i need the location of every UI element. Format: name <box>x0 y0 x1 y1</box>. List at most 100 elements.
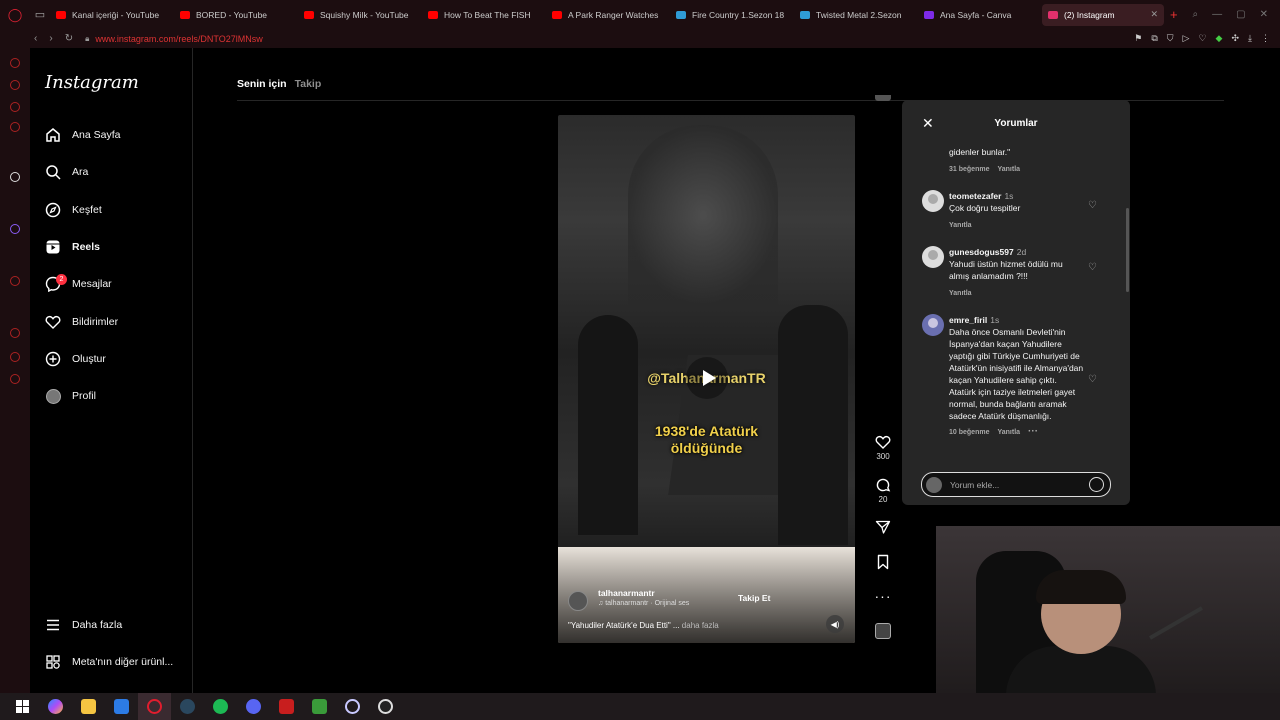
url-field[interactable]: www.instagram.com/reels/DNTO27lMNsw <box>95 34 262 44</box>
comment-icon[interactable] <box>875 477 891 493</box>
sidebar-app-icon[interactable] <box>10 172 20 182</box>
browser-tab[interactable]: Ana Sayfa - Canva <box>918 4 1040 26</box>
menu-icon[interactable]: ⋮ <box>1261 33 1270 44</box>
bookmark-icon[interactable] <box>875 554 891 570</box>
comment-username[interactable]: gunesdogus597 <box>949 247 1014 257</box>
close-window-icon[interactable]: ✕ <box>1260 9 1268 20</box>
app-icon[interactable] <box>336 693 369 720</box>
reply-button[interactable]: Yanıtla <box>997 166 1020 173</box>
bookmark-icon[interactable]: ⚑ <box>1134 33 1142 44</box>
comment-like-icon[interactable]: ♡ <box>1088 374 1097 385</box>
reply-button[interactable]: Yanıtla <box>949 222 972 229</box>
start-icon[interactable] <box>6 693 39 720</box>
video-app-icon[interactable] <box>270 693 303 720</box>
nav-explore[interactable]: Keşfet <box>44 198 102 222</box>
minimize-icon[interactable]: — <box>1212 9 1222 20</box>
steam-icon[interactable] <box>171 693 204 720</box>
nav-search[interactable]: Ara <box>44 160 88 184</box>
sidebar-app-icon[interactable] <box>10 276 20 286</box>
reel-video[interactable]: @TalhanarmanTR 1938'de Atatürk öldüğünde… <box>558 115 855 643</box>
comment-likes[interactable]: 31 beğenme <box>949 166 989 173</box>
player-icon[interactable]: ▷ <box>1183 33 1190 44</box>
reel-description[interactable]: "Yahudiler Atatürk'e Dua Etti" ... daha … <box>568 621 719 630</box>
minecraft-icon[interactable] <box>303 693 336 720</box>
browser-tab[interactable]: Fire Country 1.Sezon 18 <box>670 4 792 26</box>
tab-overview-icon[interactable]: ▭ <box>30 8 50 21</box>
tab-for-you[interactable]: Senin için <box>237 78 287 90</box>
more-link[interactable]: daha fazla <box>682 621 719 630</box>
nav-profile[interactable]: Profil <box>44 384 96 408</box>
reply-button[interactable]: Yanıtla <box>949 290 972 297</box>
like-heart-icon[interactable] <box>875 434 891 450</box>
comment-like-icon[interactable]: ♡ <box>1088 262 1097 273</box>
comment-input[interactable] <box>950 478 1080 492</box>
sidebar-app-icon[interactable] <box>10 102 20 112</box>
new-tab-icon[interactable]: + <box>1170 7 1178 22</box>
more-options-icon[interactable]: ··· <box>1028 426 1038 437</box>
send-icon[interactable] <box>875 519 891 535</box>
browser-tab[interactable]: A Park Ranger Watches <box>546 4 668 26</box>
sidebar-app-icon[interactable] <box>10 328 20 338</box>
opera-icon[interactable] <box>138 693 171 720</box>
sidebar-app-icon[interactable] <box>10 122 20 132</box>
sidebar-app-icon[interactable] <box>10 58 20 68</box>
forward-icon[interactable]: › <box>49 33 52 44</box>
store-icon[interactable] <box>105 693 138 720</box>
nav-more[interactable]: Daha fazla <box>44 613 122 637</box>
opera-menu-icon[interactable]: ◯ <box>0 0 30 29</box>
reply-button[interactable]: Yanıtla <box>997 429 1020 436</box>
tab-following[interactable]: Takip <box>295 78 322 90</box>
audio-label[interactable]: ♫ talhanarmantr · Orijinal ses <box>598 600 689 607</box>
sidebar-app-icon[interactable] <box>10 80 20 90</box>
follow-button[interactable]: Takip Et <box>738 593 770 603</box>
nav-home[interactable]: Ana Sayfa <box>44 123 120 147</box>
sidebar-app-icon[interactable] <box>10 352 20 362</box>
comment-username[interactable]: teometezafer <box>949 191 1001 201</box>
sidebar-app-icon[interactable] <box>10 374 20 384</box>
author-username[interactable]: talhanarmantr <box>598 588 655 598</box>
share-action[interactable] <box>868 519 898 535</box>
comment-like-icon[interactable]: ♡ <box>1088 200 1097 211</box>
close-tab-icon[interactable]: ✕ <box>1150 9 1158 20</box>
nav-messages[interactable]: 2 Mesajlar <box>44 272 112 296</box>
maximize-icon[interactable]: ▢ <box>1236 9 1245 20</box>
like-action[interactable]: 300 <box>868 434 898 461</box>
nav-notifications[interactable]: Bildirimler <box>44 310 118 334</box>
heart-icon[interactable]: ♡ <box>1198 33 1206 44</box>
audio-thumbnail[interactable] <box>875 623 891 639</box>
comment-likes[interactable]: 10 beğenme <box>949 429 989 436</box>
emoji-icon[interactable] <box>1089 477 1104 492</box>
download-icon[interactable]: ⤓ <box>1248 33 1252 44</box>
play-icon[interactable] <box>686 357 728 399</box>
browser-tab[interactable]: BORED - YouTube <box>174 4 296 26</box>
comment-username[interactable]: emre_firil <box>949 315 987 325</box>
back-icon[interactable]: ‹ <box>34 33 37 44</box>
previous-reel-thumb[interactable] <box>875 95 891 101</box>
spotify-icon[interactable] <box>204 693 237 720</box>
browser-tab[interactable]: How To Beat The FISH <box>422 4 544 26</box>
save-action[interactable] <box>868 554 898 570</box>
avatar[interactable] <box>922 246 944 268</box>
nav-create[interactable]: Oluştur <box>44 347 106 371</box>
author-avatar[interactable] <box>568 591 588 611</box>
reload-icon[interactable]: ↻ <box>65 33 73 44</box>
discord-icon[interactable] <box>237 693 270 720</box>
avatar[interactable] <box>922 190 944 212</box>
browser-tab[interactable]: (2) Instagram ✕ <box>1042 3 1164 26</box>
browser-tab[interactable]: Kanal içeriği - YouTube <box>50 4 172 26</box>
browser-tab[interactable]: Twisted Metal 2.Sezon <box>794 4 916 26</box>
search-tabs-icon[interactable]: ⌕ <box>1193 9 1199 20</box>
comment-action[interactable]: 20 <box>868 477 898 504</box>
avatar[interactable] <box>922 314 944 336</box>
instagram-logo[interactable]: Instagram <box>45 72 139 93</box>
obs-icon[interactable] <box>369 693 402 720</box>
scrollbar[interactable] <box>1126 208 1129 292</box>
browser-tab[interactable]: Squishy Milk - YouTube <box>298 4 420 26</box>
twitch-icon[interactable] <box>10 224 20 234</box>
vpn-icon[interactable]: ◆ <box>1216 33 1223 44</box>
extensions-icon[interactable]: ✣ <box>1231 33 1239 44</box>
file-explorer-icon[interactable] <box>72 693 105 720</box>
mute-icon[interactable]: ◀︎) <box>826 615 844 633</box>
more-options-icon[interactable]: ··· <box>868 588 898 604</box>
shield-icon[interactable]: ⛉ <box>1167 33 1174 44</box>
